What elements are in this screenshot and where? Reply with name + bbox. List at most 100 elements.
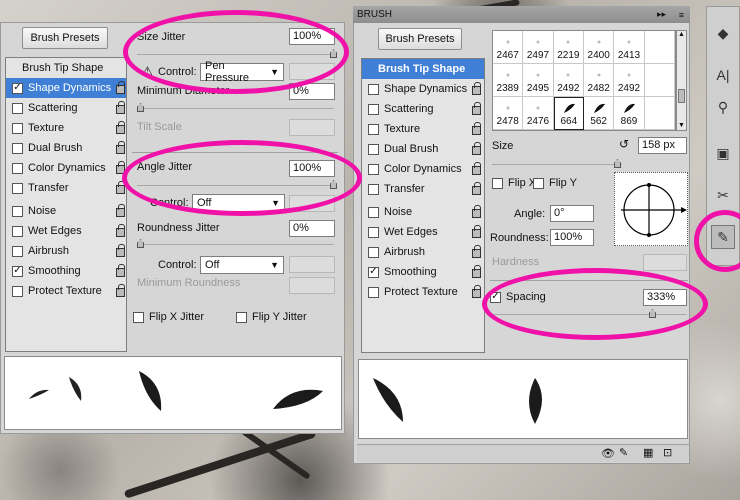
lock-icon[interactable]	[116, 161, 125, 174]
angle-field[interactable]: 0°	[550, 205, 594, 222]
size-control-select[interactable]: Pen Pressure ▼	[200, 60, 284, 84]
size-field[interactable]: 158 px	[638, 137, 687, 154]
scroll-thumb[interactable]	[678, 89, 685, 103]
checkbox-box[interactable]	[12, 142, 23, 154]
option-protect-texture[interactable]: Protect Texture	[362, 282, 482, 302]
lock-icon[interactable]	[116, 224, 125, 237]
roundness-control-select[interactable]: Off ▼	[200, 256, 284, 274]
brush-tip-cell[interactable]: 2467	[493, 31, 524, 64]
option-dual-brush[interactable]: Dual Brush	[362, 139, 482, 159]
lock-icon[interactable]	[116, 121, 125, 134]
scroll-up-icon[interactable]: ▲	[678, 31, 685, 38]
tools-icon[interactable]: ✂	[711, 183, 735, 207]
option-transfer[interactable]: Transfer	[6, 178, 126, 198]
spacing-checkbox[interactable]: ✓ Spacing	[490, 287, 546, 307]
character-icon[interactable]: A|	[711, 63, 735, 87]
brush-tip-cell[interactable]: 562	[584, 97, 615, 130]
option-texture[interactable]: Texture	[362, 119, 482, 139]
brush-tip-cell[interactable]: 2492	[553, 64, 584, 97]
brush-options-icon[interactable]: ✎	[619, 446, 628, 459]
lock-icon[interactable]	[472, 245, 481, 258]
brush-tip-cell[interactable]: 2478	[493, 97, 524, 130]
angle-control-select[interactable]: Off ▼	[192, 194, 285, 212]
lock-icon[interactable]	[472, 225, 481, 238]
flip-x-jitter-checkbox[interactable]: Flip X Jitter	[133, 307, 204, 327]
lock-icon[interactable]	[472, 82, 481, 95]
grid-scrollbar[interactable]: ▲ ▼	[676, 30, 687, 131]
brush-tip-cell[interactable]: 2476	[523, 97, 554, 130]
brush-tip-cell[interactable]: 869	[614, 97, 645, 130]
checkbox-box[interactable]	[368, 123, 379, 135]
option-color-dynamics[interactable]: Color Dynamics	[6, 158, 126, 178]
brush-tip-grid[interactable]: 2467 2497 2219 2400 2413 2389 2495 2492 2482 2492…	[492, 30, 676, 131]
checkbox-box[interactable]	[368, 83, 379, 95]
option-shape-dynamics[interactable]: ✓ Shape Dynamics	[6, 78, 126, 98]
eye-icon[interactable]: 👁	[601, 447, 615, 460]
minimum-diameter-field[interactable]: 0%	[289, 83, 335, 100]
checkbox-box[interactable]	[368, 103, 379, 115]
option-protect-texture[interactable]: Protect Texture	[6, 281, 126, 301]
brush-panel-titlebar[interactable]: BRUSH ▸▸ ≡	[353, 6, 690, 23]
checkbox-box[interactable]	[368, 226, 379, 238]
camera-icon[interactable]: ▣	[711, 141, 735, 165]
brush-tip-cell[interactable]: 2219	[553, 31, 584, 64]
collapse-icon[interactable]: ▸▸	[657, 9, 666, 20]
minimum-diameter-slider[interactable]	[137, 108, 334, 109]
angle-roundness-widget[interactable]	[614, 172, 688, 246]
option-wet-edges[interactable]: Wet Edges	[362, 222, 482, 242]
brush-tip-cell[interactable]: 2400	[584, 31, 615, 64]
option-airbrush[interactable]: Airbrush	[362, 242, 482, 262]
brush-tip-cell[interactable]: 2492	[614, 64, 645, 97]
lock-icon[interactable]	[116, 264, 125, 277]
lock-icon[interactable]	[116, 244, 125, 257]
lock-icon[interactable]	[472, 142, 481, 155]
lock-icon[interactable]	[472, 122, 481, 135]
flip-x-checkbox[interactable]: Flip X	[492, 173, 536, 193]
lock-icon[interactable]	[472, 102, 481, 115]
lock-icon[interactable]	[116, 101, 125, 114]
spacing-field[interactable]: 333%	[643, 289, 687, 306]
checkbox-box[interactable]	[12, 122, 23, 134]
brush-presets-button[interactable]: Brush Presets	[378, 28, 462, 50]
lock-icon[interactable]	[472, 162, 481, 175]
checkbox-box[interactable]	[368, 163, 379, 175]
roundness-jitter-slider[interactable]	[137, 244, 334, 245]
option-smoothing[interactable]: ✓ Smoothing	[6, 261, 126, 281]
checkbox-box[interactable]	[12, 182, 23, 194]
roundness-jitter-field[interactable]: 0%	[289, 220, 335, 237]
option-texture[interactable]: Texture	[6, 118, 126, 138]
checkbox-box[interactable]	[12, 205, 23, 217]
size-jitter-slider[interactable]	[137, 54, 334, 55]
angle-jitter-field[interactable]: 100%	[289, 160, 335, 177]
option-scattering[interactable]: Scattering	[6, 98, 126, 118]
option-airbrush[interactable]: Airbrush	[6, 241, 126, 261]
lock-icon[interactable]	[472, 285, 481, 298]
option-transfer[interactable]: Transfer	[362, 179, 482, 199]
brush-tip-cell[interactable]: 2495	[523, 64, 554, 97]
lock-icon[interactable]	[472, 265, 481, 278]
roundness-field[interactable]: 100%	[550, 229, 594, 246]
checkbox-box[interactable]	[533, 177, 544, 189]
lock-icon[interactable]	[116, 181, 125, 194]
checkbox-box[interactable]: ✓	[368, 266, 379, 278]
checkbox-box[interactable]	[368, 286, 379, 298]
brush-tip-cell[interactable]: 664	[553, 97, 584, 130]
checkbox-box[interactable]	[12, 225, 23, 237]
flip-y-checkbox[interactable]: Flip Y	[533, 173, 577, 193]
option-noise[interactable]: Noise	[362, 202, 482, 222]
brush-tool-icon[interactable]: ✎	[711, 225, 735, 249]
brush-presets-button[interactable]: Brush Presets	[22, 27, 108, 49]
lock-icon[interactable]	[116, 204, 125, 217]
lock-icon[interactable]	[116, 284, 125, 297]
lock-icon[interactable]	[116, 141, 125, 154]
checkbox-box[interactable]	[12, 285, 23, 297]
crosshair-icon[interactable]	[615, 173, 689, 247]
checkbox-box[interactable]	[368, 143, 379, 155]
spacing-slider[interactable]	[492, 314, 687, 315]
checkbox-box[interactable]	[368, 246, 379, 258]
checkbox-box[interactable]: ✓	[12, 265, 23, 277]
option-smoothing[interactable]: ✓ Smoothing	[362, 262, 482, 282]
checkbox-box[interactable]	[368, 183, 379, 195]
checkbox-box[interactable]	[12, 102, 23, 114]
scroll-down-icon[interactable]: ▼	[678, 122, 685, 129]
